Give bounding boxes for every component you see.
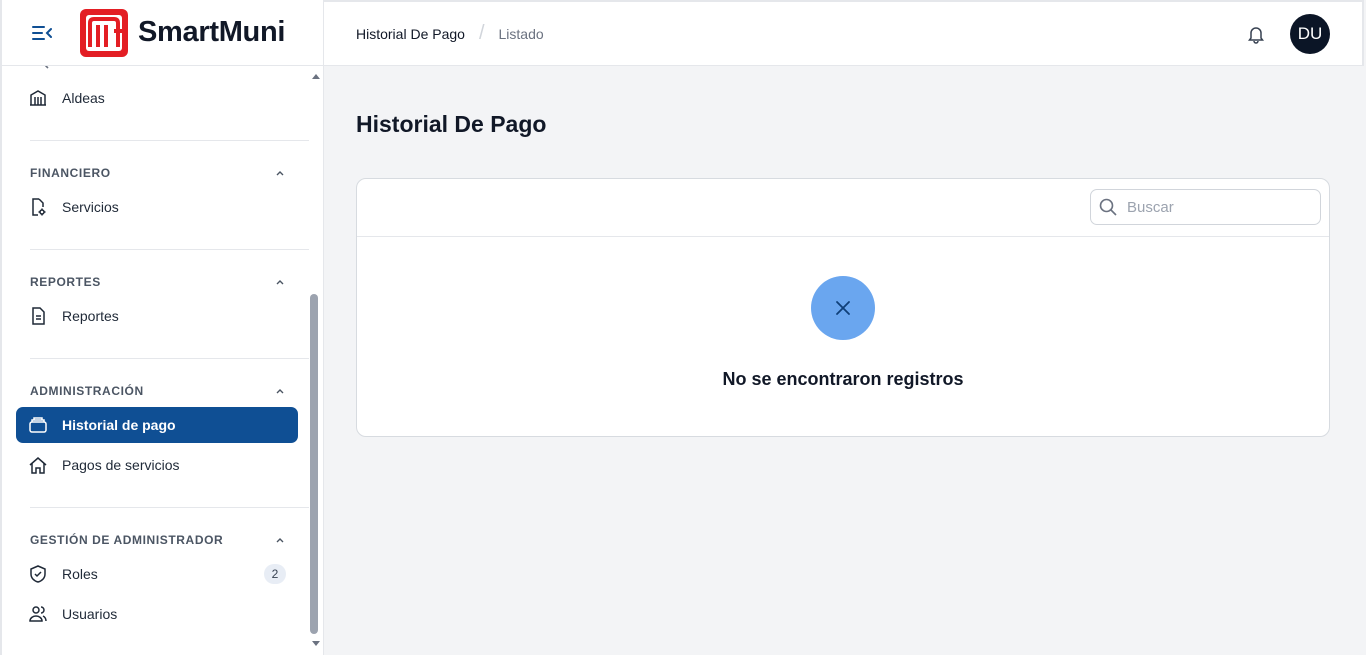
group-title-label: ADMINISTRACIÓN bbox=[30, 384, 144, 398]
card-icon bbox=[28, 415, 48, 435]
scroll-down-arrow-icon[interactable] bbox=[312, 641, 320, 646]
sidebar-header: SmartMuni bbox=[2, 0, 323, 66]
collapse-sidebar-icon[interactable] bbox=[30, 21, 54, 45]
avatar[interactable]: DU bbox=[1290, 14, 1330, 54]
sidebar-item-label: Historial de pago bbox=[62, 417, 176, 433]
search-box[interactable] bbox=[1090, 189, 1321, 225]
document-gear-icon bbox=[28, 197, 48, 217]
sidebar-nav: Aldeas FINANCIERO Servicios REPORTES Rep… bbox=[2, 66, 324, 655]
logo-mark-icon bbox=[80, 8, 128, 57]
divider bbox=[30, 507, 309, 508]
group-title-label: GESTIÓN DE ADMINISTRADOR bbox=[30, 533, 224, 547]
scroll-up-arrow-icon[interactable] bbox=[312, 74, 320, 79]
sidebar-item-label: Reportes bbox=[62, 308, 119, 324]
sidebar-scrollbar[interactable] bbox=[310, 66, 322, 655]
group-title-label: FINANCIERO bbox=[30, 166, 111, 180]
search-input[interactable] bbox=[1127, 198, 1307, 216]
breadcrumb: Historial De Pago / Listado bbox=[356, 22, 544, 45]
empty-state-message: No se encontraron registros bbox=[722, 369, 964, 389]
breadcrumb-item-historial[interactable]: Historial De Pago bbox=[356, 26, 465, 42]
scroll-thumb[interactable] bbox=[310, 294, 318, 634]
sidebar-item-label: Roles bbox=[62, 566, 98, 582]
empty-state-x-icon bbox=[811, 276, 875, 340]
divider bbox=[30, 358, 309, 359]
count-badge: 2 bbox=[264, 564, 286, 584]
sidebar-item-aldeas[interactable]: Aldeas bbox=[16, 80, 298, 116]
group-financiero[interactable]: FINANCIERO bbox=[30, 163, 286, 183]
building-columns-icon bbox=[28, 88, 48, 108]
group-gestion-de-administrador[interactable]: GESTIÓN DE ADMINISTRADOR bbox=[30, 530, 286, 550]
breadcrumb-item-listado: Listado bbox=[498, 25, 544, 42]
page-title: Historial De Pago bbox=[356, 111, 547, 137]
sidebar-item-label: Pagos de servicios bbox=[62, 457, 180, 473]
chevron-up-icon bbox=[276, 171, 284, 176]
sidebar-item-pagos-de-servicios[interactable]: Pagos de servicios bbox=[16, 447, 298, 483]
sidebar-item-usuarios[interactable]: Usuarios bbox=[16, 596, 298, 632]
breadcrumb-separator: / bbox=[478, 22, 485, 44]
sidebar-item-historial-de-pago[interactable]: Historial de pago bbox=[16, 407, 298, 443]
divider bbox=[30, 249, 309, 250]
sidebar-item-label: Aldeas bbox=[62, 90, 105, 106]
brand-name: SmartMuni bbox=[138, 16, 286, 48]
search-icon bbox=[1099, 198, 1117, 216]
group-administracion[interactable]: ADMINISTRACIÓN bbox=[30, 381, 286, 401]
divider bbox=[30, 140, 309, 141]
shield-check-icon bbox=[28, 564, 48, 584]
sidebar: SmartMuni Aldeas FINANCIERO Servicios RE… bbox=[0, 0, 324, 655]
sidebar-item-label: Servicios bbox=[62, 199, 119, 215]
topbar: Historial De Pago / Listado DU bbox=[324, 0, 1364, 66]
group-title-label: REPORTES bbox=[30, 275, 101, 289]
table-card: No se encontraron registros bbox=[356, 178, 1330, 437]
partial-nav-icon bbox=[44, 66, 49, 69]
sidebar-item-roles[interactable]: Roles 2 bbox=[16, 556, 298, 592]
group-reportes[interactable]: REPORTES bbox=[30, 272, 286, 292]
chevron-up-icon bbox=[276, 280, 284, 285]
chevron-up-icon bbox=[276, 389, 284, 394]
sidebar-item-reportes[interactable]: Reportes bbox=[16, 298, 298, 334]
sidebar-item-servicios[interactable]: Servicios bbox=[16, 189, 298, 225]
chevron-up-icon bbox=[276, 538, 284, 543]
logo[interactable]: SmartMuni bbox=[78, 7, 285, 59]
home-icon bbox=[28, 455, 48, 475]
document-text-icon bbox=[28, 306, 48, 326]
table-toolbar bbox=[357, 179, 1329, 237]
sidebar-item-label: Usuarios bbox=[62, 606, 118, 622]
bell-icon[interactable] bbox=[1246, 24, 1266, 44]
users-icon bbox=[28, 604, 48, 624]
